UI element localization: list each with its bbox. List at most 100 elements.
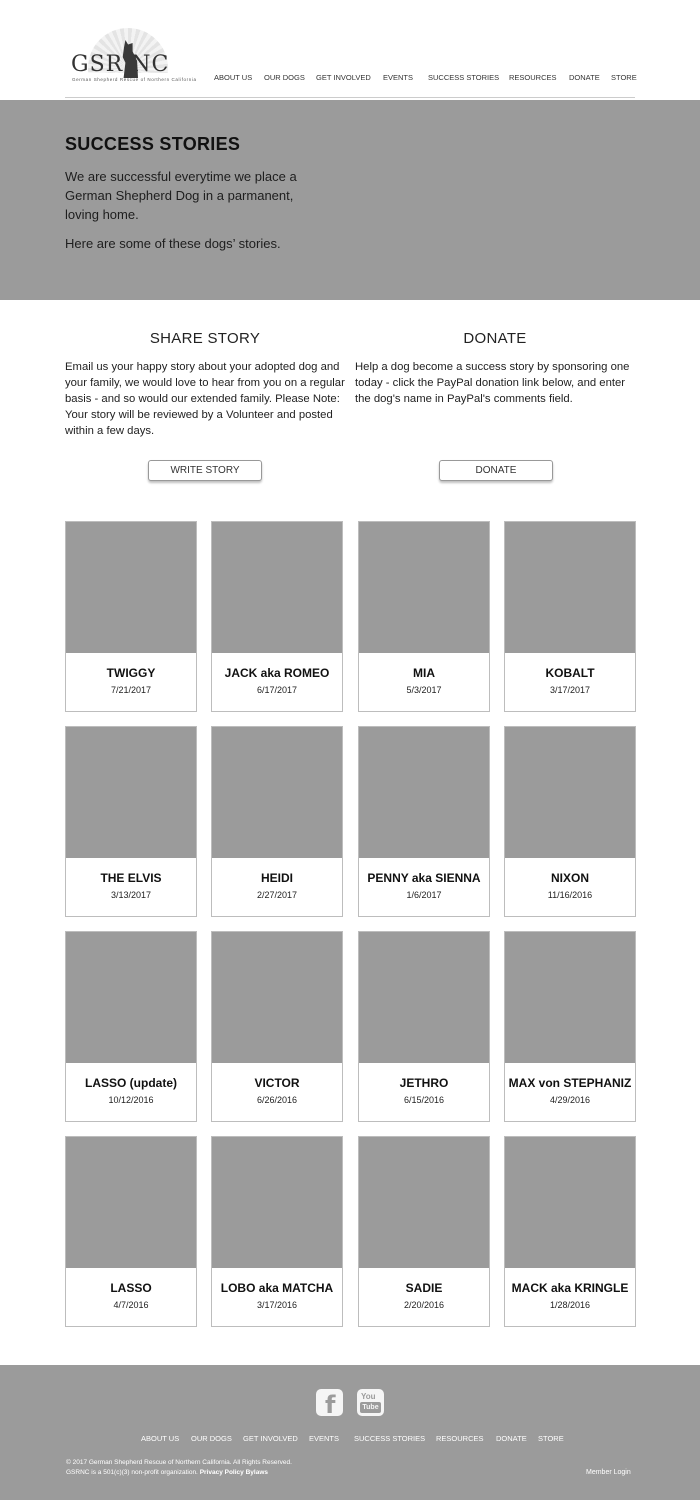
nonprofit-text: GSRNC is a 501(c)(3) non-profit organiza…: [66, 1469, 198, 1476]
footer-nav-about-us[interactable]: ABOUT US: [141, 1434, 179, 1443]
story-photo[interactable]: [66, 1137, 196, 1268]
footer-nav-our-dogs[interactable]: OUR DOGS: [191, 1434, 232, 1443]
story-name[interactable]: JETHRO: [359, 1076, 489, 1090]
nav-about-us[interactable]: ABOUT US: [214, 73, 252, 82]
member-login-link[interactable]: Member Login: [586, 1469, 631, 1476]
story-date: 1/28/2016: [549, 1300, 591, 1310]
story-photo[interactable]: [505, 727, 635, 858]
story-date: 11/16/2016: [547, 890, 593, 900]
story-card[interactable]: LASSO 4/7/2016: [65, 1136, 197, 1327]
story-card[interactable]: SADIE 2/20/2016: [358, 1136, 490, 1327]
story-photo[interactable]: [359, 727, 489, 858]
story-card[interactable]: THE ELVIS 3/13/2017: [65, 726, 197, 917]
story-card[interactable]: NIXON 11/16/2016: [504, 726, 636, 917]
story-date: 6/15/2016: [403, 1095, 445, 1105]
story-card[interactable]: JETHRO 6/15/2016: [358, 931, 490, 1122]
nav-donate[interactable]: DONATE: [569, 73, 600, 82]
nav-success-stories[interactable]: SUCCESS STORIES: [428, 73, 499, 82]
share-story-section: SHARE STORY Email us your happy story ab…: [65, 330, 345, 439]
nonprofit-line: GSRNC is a 501(c)(3) non-profit organiza…: [66, 1468, 292, 1478]
footer-nav-success-stories[interactable]: SUCCESS STORIES: [354, 1434, 425, 1443]
story-card[interactable]: VICTOR 6/26/2016: [211, 931, 343, 1122]
story-card[interactable]: TWIGGY 7/21/2017: [65, 521, 197, 712]
story-date: 7/21/2017: [110, 685, 152, 695]
nav-store[interactable]: STORE: [611, 73, 637, 82]
donate-text: Help a dog become a success story by spo…: [355, 361, 630, 405]
story-photo[interactable]: [212, 727, 342, 858]
story-photo[interactable]: [359, 522, 489, 653]
facebook-icon[interactable]: f: [316, 1389, 343, 1419]
story-card[interactable]: HEIDI 2/27/2017: [211, 726, 343, 917]
story-name[interactable]: LASSO: [66, 1281, 196, 1295]
bylaws-link[interactable]: Bylaws: [246, 1469, 268, 1476]
story-name[interactable]: SADIE: [359, 1281, 489, 1295]
story-photo[interactable]: [359, 1137, 489, 1268]
story-photo[interactable]: [505, 932, 635, 1063]
site-header: GSR NC German Shepherd Rescue of Norther…: [0, 0, 700, 100]
story-name[interactable]: MAX von STEPHANIZ: [505, 1076, 635, 1090]
story-date: 1/6/2017: [406, 890, 442, 900]
footer-nav-get-involved[interactable]: GET INVOLVED: [243, 1434, 298, 1443]
story-name[interactable]: LOBO aka MATCHA: [212, 1281, 342, 1295]
story-card[interactable]: LASSO (update) 10/12/2016: [65, 931, 197, 1122]
story-date: 2/27/2017: [256, 890, 298, 900]
story-date: 4/7/2016: [113, 1300, 149, 1310]
story-card[interactable]: LOBO aka MATCHA 3/17/2016: [211, 1136, 343, 1327]
hero-banner: SUCCESS STORIES We are successful everyt…: [0, 100, 700, 300]
footer-nav-resources[interactable]: RESOURCES: [436, 1434, 484, 1443]
privacy-policy-link[interactable]: Privacy Policy: [200, 1469, 244, 1476]
write-story-button[interactable]: WRITE STORY: [148, 460, 262, 481]
hero-subtext: Here are some of these dogs’ stories.: [65, 236, 281, 251]
story-card[interactable]: MACK aka KRINGLE 1/28/2016: [504, 1136, 636, 1327]
story-name[interactable]: MIA: [359, 666, 489, 680]
story-name[interactable]: TWIGGY: [66, 666, 196, 680]
footer-nav-store[interactable]: STORE: [538, 1434, 564, 1443]
story-date: 6/26/2016: [256, 1095, 298, 1105]
story-date: 2/20/2016: [403, 1300, 445, 1310]
nav-events[interactable]: EVENTS: [383, 73, 413, 82]
story-photo[interactable]: [505, 522, 635, 653]
story-name[interactable]: PENNY aka SIENNA: [359, 871, 489, 885]
story-photo[interactable]: [212, 1137, 342, 1268]
header-divider: [65, 97, 635, 98]
story-name[interactable]: VICTOR: [212, 1076, 342, 1090]
story-date: 3/17/2016: [256, 1300, 298, 1310]
story-name[interactable]: NIXON: [505, 871, 635, 885]
footer-nav-donate[interactable]: DONATE: [496, 1434, 527, 1443]
copyright-text: © 2017 German Shepherd Rescue of Norther…: [66, 1459, 292, 1466]
story-photo[interactable]: [66, 727, 196, 858]
story-photo[interactable]: [66, 522, 196, 653]
story-name[interactable]: LASSO (update): [66, 1076, 196, 1090]
footer-nav-events[interactable]: EVENTS: [309, 1434, 339, 1443]
story-card[interactable]: JACK aka ROMEO 6/17/2017: [211, 521, 343, 712]
nav-resources[interactable]: RESOURCES: [509, 73, 557, 82]
donate-button[interactable]: DONATE: [439, 460, 553, 481]
nav-get-involved[interactable]: GET INVOLVED: [316, 73, 371, 82]
story-photo[interactable]: [359, 932, 489, 1063]
share-story-text: Email us your happy story about your ado…: [65, 361, 345, 437]
donate-section: DONATE Help a dog become a success story…: [355, 330, 635, 407]
share-story-title: SHARE STORY: [149, 330, 261, 347]
story-date: 3/17/2017: [549, 685, 591, 695]
story-card[interactable]: MAX von STEPHANIZ 4/29/2016: [504, 931, 636, 1122]
story-photo[interactable]: [505, 1137, 635, 1268]
facebook-glyph: f: [325, 1391, 336, 1419]
story-date: 3/13/2017: [110, 890, 152, 900]
story-card[interactable]: PENNY aka SIENNA 1/6/2017: [358, 726, 490, 917]
story-photo[interactable]: [212, 932, 342, 1063]
story-photo[interactable]: [212, 522, 342, 653]
youtube-icon[interactable]: You Tube: [357, 1389, 384, 1416]
story-name[interactable]: THE ELVIS: [66, 871, 196, 885]
story-name[interactable]: MACK aka KRINGLE: [505, 1281, 635, 1295]
story-name[interactable]: HEIDI: [212, 871, 342, 885]
story-date: 6/17/2017: [256, 685, 298, 695]
hero-intro: We are successful everytime we place a G…: [65, 169, 297, 222]
story-name[interactable]: KOBALT: [505, 666, 635, 680]
nav-our-dogs[interactable]: OUR DOGS: [264, 73, 305, 82]
story-name[interactable]: JACK aka ROMEO: [212, 666, 342, 680]
story-card[interactable]: KOBALT 3/17/2017: [504, 521, 636, 712]
youtube-you-text: You: [361, 1392, 376, 1401]
site-footer: f You Tube ABOUT US OUR DOGS GET INVOLVE…: [0, 1365, 700, 1500]
story-card[interactable]: MIA 5/3/2017: [358, 521, 490, 712]
story-photo[interactable]: [66, 932, 196, 1063]
